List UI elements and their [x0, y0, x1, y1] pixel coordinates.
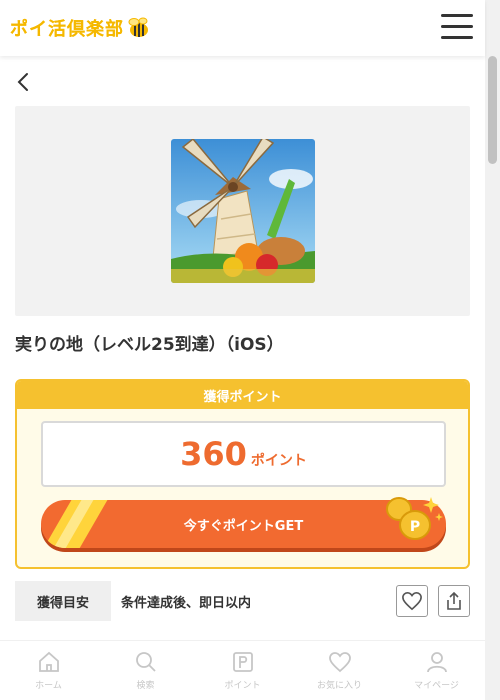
heart-icon [402, 591, 422, 611]
point-unit: ポイント [250, 453, 307, 469]
nav-favorites[interactable]: お気に入り [291, 641, 388, 700]
app-image-container [15, 106, 470, 316]
bee-icon [128, 17, 148, 37]
windmill-harvest-illustration [171, 139, 315, 283]
search-icon [135, 652, 156, 672]
point-value: 360 [180, 435, 247, 473]
nav-mypage-label: マイページ [414, 681, 459, 691]
coins-icon: P [386, 497, 443, 540]
scrollbar-thumb[interactable] [488, 56, 497, 164]
svg-text:P: P [410, 519, 420, 535]
nav-search[interactable]: 検索 [97, 641, 194, 700]
nav-home-label: ホーム [35, 681, 62, 691]
chevron-left-icon [17, 73, 28, 91]
nav-home[interactable]: ホーム [0, 641, 97, 700]
logo-text: ポイ活倶楽部 [10, 19, 124, 40]
scrollbar-track[interactable] [485, 0, 500, 700]
favorite-button[interactable] [396, 585, 428, 617]
site-logo[interactable]: ポイ活倶楽部 [10, 15, 150, 41]
nav-point[interactable]: ポイント [194, 641, 291, 700]
point-icon [232, 652, 253, 672]
bottom-navigation: ホーム 検索 ポイント お気に入り マイページ [0, 640, 485, 700]
hamburger-menu-button[interactable] [441, 14, 473, 40]
nav-favorites-label: お気に入り [316, 681, 362, 691]
home-icon [38, 651, 59, 672]
user-icon [426, 652, 447, 673]
menu-line [441, 25, 473, 28]
acquisition-value: 条件達成後、即日以内 [121, 595, 252, 611]
heart-icon [328, 652, 351, 673]
share-button[interactable] [438, 585, 470, 617]
get-points-label: 今すぐポイントGET [183, 518, 304, 534]
app-header: ポイ活倶楽部 [0, 0, 485, 56]
point-amount-box: 360 ポイント [41, 421, 446, 487]
app-title: 実りの地（レベル25到達）（iOS） [15, 335, 284, 355]
share-icon [447, 591, 461, 610]
app-icon-image [171, 139, 315, 283]
nav-search-label: 検索 [136, 681, 155, 691]
point-card: 獲得ポイント 360 ポイント 今すぐポイントGET P [15, 379, 470, 569]
nav-mypage[interactable]: マイページ [388, 641, 485, 700]
back-button[interactable] [14, 70, 34, 94]
menu-line [441, 14, 473, 17]
nav-point-label: ポイント [224, 681, 261, 691]
acquisition-info-row: 獲得目安 条件達成後、即日以内 [15, 581, 470, 621]
menu-line [441, 36, 473, 39]
point-card-heading: 獲得ポイント [17, 381, 468, 409]
acquisition-label: 獲得目安 [15, 581, 111, 621]
